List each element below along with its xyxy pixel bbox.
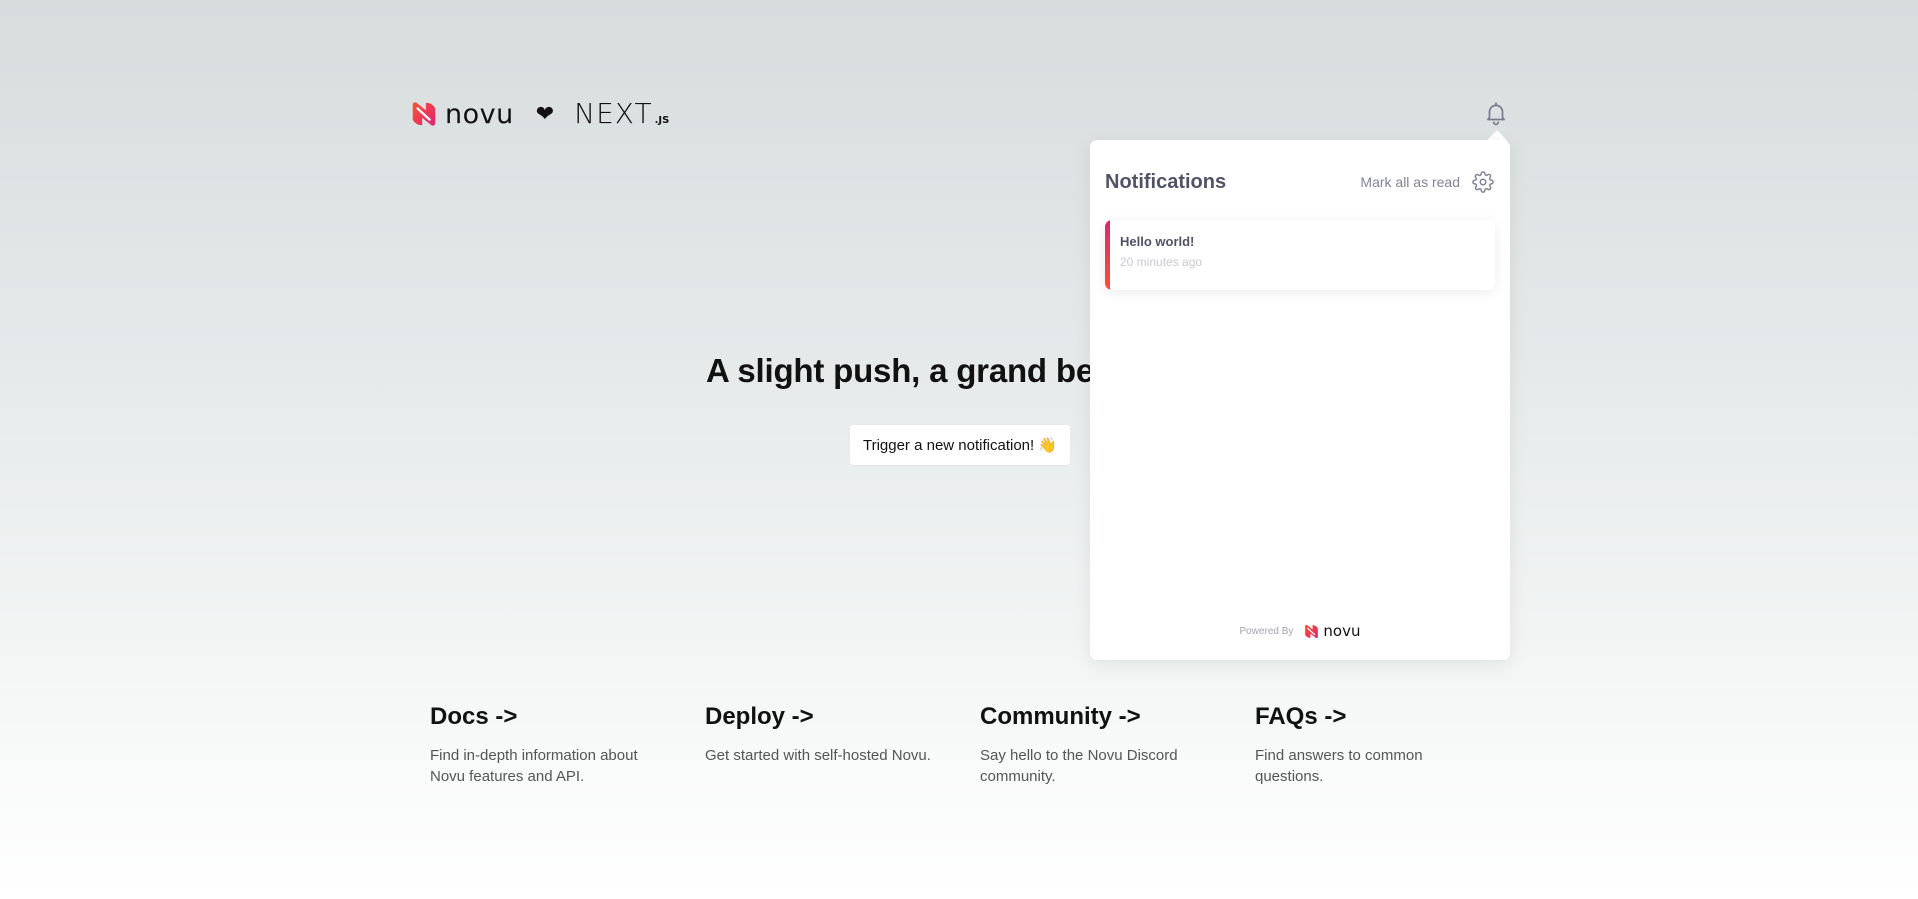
notification-header: Notifications Mark all as read (1105, 170, 1494, 194)
card-title: Deploy -> (705, 703, 814, 730)
next-js-suffix: .JS (654, 115, 670, 126)
bell-icon[interactable] (1483, 100, 1509, 126)
unread-indicator (1105, 220, 1110, 290)
notification-actions: Mark all as read (1360, 171, 1494, 193)
card-title: Community -> (980, 703, 1141, 730)
header-logos: novu ❤ NEXT .JS (409, 96, 669, 132)
hero-title: A slight push, a grand be (706, 352, 1094, 389)
novu-logo-icon (1305, 624, 1319, 639)
notification-item-title: Hello world! (1120, 234, 1195, 249)
notification-item[interactable]: Hello world! 20 minutes ago (1105, 220, 1495, 290)
powered-by-label: Powered By (1239, 626, 1294, 637)
notification-center: Notifications Mark all as read Hello wor… (1090, 140, 1510, 660)
powered-novu-logo: novu (1303, 622, 1361, 640)
heart-icon: ❤ (535, 101, 555, 126)
trigger-notification-button[interactable]: Trigger a new notification! 👋 (850, 425, 1070, 465)
novu-wordmark: novu (445, 98, 514, 130)
card-title: FAQs -> (1255, 703, 1347, 730)
powered-novu-wordmark: novu (1323, 622, 1361, 640)
card-title: Docs -> (430, 703, 518, 730)
novu-logo-icon (412, 102, 436, 126)
card-faqs[interactable]: FAQs -> Find answers to common questions… (1255, 703, 1530, 787)
gear-icon[interactable] (1472, 171, 1494, 193)
nextjs-logo[interactable]: NEXT .JS (574, 100, 669, 128)
next-wordmark: NEXT (574, 97, 653, 130)
card-deploy[interactable]: Deploy -> Get started with self-hosted N… (705, 703, 980, 787)
card-description: Get started with self-hosted Novu. (705, 747, 931, 764)
card-description: Find in-depth information about Novu fea… (430, 747, 638, 785)
novu-logo[interactable]: novu (409, 99, 514, 129)
card-community[interactable]: Community -> Say hello to the Novu Disco… (980, 703, 1255, 787)
notification-title: Notifications (1105, 170, 1227, 193)
link-cards: Docs -> Find in-depth information about … (430, 703, 1530, 787)
powered-by[interactable]: Powered By novu (1090, 623, 1510, 640)
card-description: Find answers to common questions. (1255, 747, 1423, 785)
notification-item-time: 20 minutes ago (1120, 255, 1203, 269)
mark-all-read-button[interactable]: Mark all as read (1360, 174, 1460, 190)
card-docs[interactable]: Docs -> Find in-depth information about … (430, 703, 705, 787)
card-description: Say hello to the Novu Discord community. (980, 747, 1178, 785)
notification-content: Hello world! 20 minutes ago (1120, 234, 1202, 269)
